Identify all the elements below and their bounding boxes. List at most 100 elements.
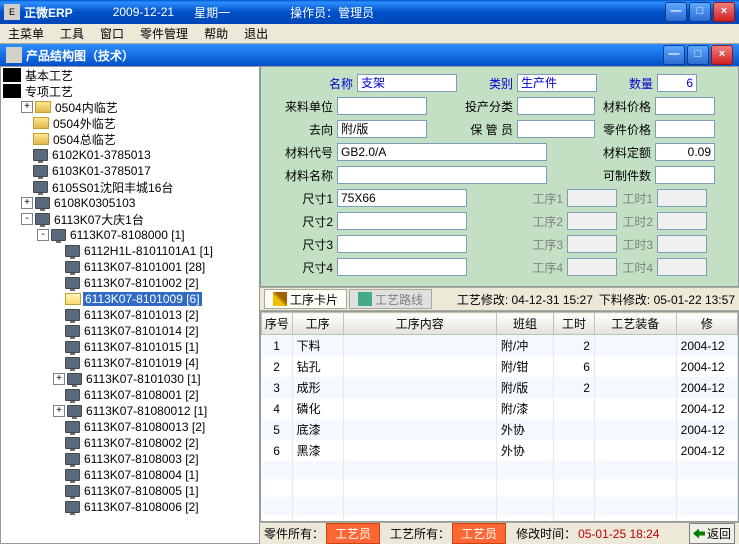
- tree-label[interactable]: 6113K07-8101014 [2]: [82, 324, 201, 338]
- tree-node[interactable]: +6113K07-81080012 [1]: [1, 403, 259, 419]
- tree-toggle[interactable]: +: [53, 373, 65, 385]
- tree-label[interactable]: 0504内临艺: [53, 99, 120, 116]
- grid-header-cell[interactable]: 序号: [262, 313, 293, 335]
- table-row[interactable]: 2钻孔附/钳62004-12: [262, 356, 738, 377]
- tree-node[interactable]: 6113K07-8101009 [6]: [1, 291, 259, 307]
- menu-tools[interactable]: 工具: [52, 23, 92, 44]
- tree-node[interactable]: -6113K07大庆1台: [1, 211, 259, 227]
- input-material-code[interactable]: GB2.0/A: [337, 143, 547, 161]
- tree-node[interactable]: 6113K07-81080013 [2]: [1, 419, 259, 435]
- tree-label[interactable]: 专项工艺: [23, 83, 75, 100]
- input-size4[interactable]: [337, 258, 467, 276]
- tree-label[interactable]: 6113K07-8101030 [1]: [84, 372, 203, 386]
- tree-root-basic[interactable]: 基本工艺: [1, 67, 259, 83]
- input-material-price[interactable]: [655, 97, 715, 115]
- tree-toggle[interactable]: -: [37, 229, 49, 241]
- tab-process-card[interactable]: 工序卡片: [264, 289, 347, 309]
- tree-label[interactable]: 6113K07-8101013 [2]: [82, 308, 201, 322]
- tree-node[interactable]: 0504外临艺: [1, 115, 259, 131]
- input-size3[interactable]: [337, 235, 467, 253]
- tree-node[interactable]: 6113K07-8108006 [2]: [1, 499, 259, 515]
- tree-toggle[interactable]: +: [21, 197, 33, 209]
- grid-header-cell[interactable]: 工序: [292, 313, 343, 335]
- tree-label[interactable]: 6113K07-8101019 [4]: [82, 356, 201, 370]
- tree-node[interactable]: 6113K07-8108001 [2]: [1, 387, 259, 403]
- input-prod-class[interactable]: [517, 97, 595, 115]
- tree-node[interactable]: +6113K07-8101030 [1]: [1, 371, 259, 387]
- return-button[interactable]: 返回: [689, 523, 735, 544]
- tree-label[interactable]: 6113K07-8108004 [1]: [82, 468, 201, 482]
- tree-node[interactable]: +0504内临艺: [1, 99, 259, 115]
- grid-header-cell[interactable]: 修: [676, 313, 737, 335]
- tree-node[interactable]: 6113K07-8108002 [2]: [1, 435, 259, 451]
- menu-help[interactable]: 帮助: [196, 23, 236, 44]
- tree-label[interactable]: 6113K07-81080012 [1]: [84, 404, 209, 418]
- input-type[interactable]: 生产件: [517, 74, 597, 92]
- tree-node[interactable]: 6105S01沈阳丰城16台: [1, 179, 259, 195]
- tree-label[interactable]: 6113K07-8108005 [1]: [82, 484, 201, 498]
- table-row[interactable]: 5底漆外协2004-12: [262, 419, 738, 440]
- menu-window[interactable]: 窗口: [92, 23, 132, 44]
- tree-label[interactable]: 6113K07-81080013 [2]: [82, 420, 207, 434]
- input-part-price[interactable]: [655, 120, 715, 138]
- tree-toggle[interactable]: +: [21, 101, 33, 113]
- tree-label[interactable]: 6113K07-8101015 [1]: [82, 340, 201, 354]
- tree-label[interactable]: 6113K07-8108006 [2]: [82, 500, 201, 514]
- tree-label[interactable]: 6103K01-3785017: [50, 164, 153, 178]
- tree-node[interactable]: 6113K07-8101002 [2]: [1, 275, 259, 291]
- close-button[interactable]: ×: [713, 2, 735, 22]
- table-row[interactable]: 6黑漆外协2004-12: [262, 440, 738, 461]
- grid-header-cell[interactable]: 班组: [496, 313, 553, 335]
- grid-header-cell[interactable]: 工序内容: [343, 313, 496, 335]
- tree-label[interactable]: 6113K07-8108002 [2]: [82, 436, 201, 450]
- grid-header-cell[interactable]: 工艺装备: [594, 313, 676, 335]
- tree-node[interactable]: 6113K07-8108005 [1]: [1, 483, 259, 499]
- input-size2[interactable]: [337, 212, 467, 230]
- minimize-button[interactable]: —: [665, 2, 687, 22]
- tree-label[interactable]: 6112H1L-8101101A1 [1]: [82, 244, 215, 258]
- tree-node[interactable]: 6103K01-3785017: [1, 163, 259, 179]
- tree-label[interactable]: 基本工艺: [23, 67, 75, 84]
- grid-header-cell[interactable]: 工时: [554, 313, 595, 335]
- tree-label[interactable]: 6113K07大庆1台: [52, 211, 146, 228]
- tree-label[interactable]: 6113K07-8108001 [2]: [82, 388, 201, 402]
- tree-node[interactable]: 6113K07-8101015 [1]: [1, 339, 259, 355]
- menu-exit[interactable]: 退出: [236, 23, 276, 44]
- maximize-button[interactable]: □: [689, 2, 711, 22]
- tree-label[interactable]: 6105S01沈阳丰城16台: [50, 179, 175, 196]
- input-custodian[interactable]: [517, 120, 595, 138]
- table-row[interactable]: 4磷化附/漆2004-12: [262, 398, 738, 419]
- input-name[interactable]: 支架: [357, 74, 457, 92]
- tree-root-special[interactable]: 专项工艺: [1, 83, 259, 99]
- tree-label[interactable]: 6108K0305103: [52, 196, 137, 210]
- tree-node[interactable]: 6113K07-8108003 [2]: [1, 451, 259, 467]
- sub-maximize-button[interactable]: □: [687, 45, 709, 65]
- tree-label[interactable]: 6113K07-8101009 [6]: [83, 292, 202, 306]
- tree-node[interactable]: 0504总临艺: [1, 131, 259, 147]
- tree-node[interactable]: 6113K07-8101001 [28]: [1, 259, 259, 275]
- table-row[interactable]: 3成形附/版22004-12: [262, 377, 738, 398]
- tree-node[interactable]: +6108K0305103: [1, 195, 259, 211]
- tree-label[interactable]: 6113K07-8108000 [1]: [68, 228, 187, 242]
- input-incoming-unit[interactable]: [337, 97, 427, 115]
- tree-toggle[interactable]: +: [53, 405, 65, 417]
- tree-label[interactable]: 6113K07-8101002 [2]: [82, 276, 201, 290]
- tab-process-route[interactable]: 工艺路线: [349, 289, 432, 309]
- tree-node[interactable]: 6102K01-3785013: [1, 147, 259, 163]
- input-dest[interactable]: 附/版: [337, 120, 427, 138]
- tree-node[interactable]: - 6113K07-8108000 [1]: [1, 227, 259, 243]
- tree-panel[interactable]: 基本工艺专项工艺+0504内临艺0504外临艺0504总临艺6102K01-37…: [0, 66, 260, 544]
- input-size1[interactable]: 75X66: [337, 189, 467, 207]
- tree-node[interactable]: 6113K07-8101019 [4]: [1, 355, 259, 371]
- input-material-name[interactable]: [337, 166, 547, 184]
- tree-node[interactable]: 6113K07-8101014 [2]: [1, 323, 259, 339]
- tree-label[interactable]: 0504总临艺: [51, 131, 118, 148]
- input-makeable[interactable]: [655, 166, 715, 184]
- tree-node[interactable]: 6112H1L-8101101A1 [1]: [1, 243, 259, 259]
- sub-close-button[interactable]: ×: [711, 45, 733, 65]
- status-part-owner-button[interactable]: 工艺员: [326, 523, 380, 544]
- status-craft-owner-button[interactable]: 工艺员: [452, 523, 506, 544]
- tree-label[interactable]: 6102K01-3785013: [50, 148, 153, 162]
- menu-parts[interactable]: 零件管理: [132, 23, 196, 44]
- sub-minimize-button[interactable]: —: [663, 45, 685, 65]
